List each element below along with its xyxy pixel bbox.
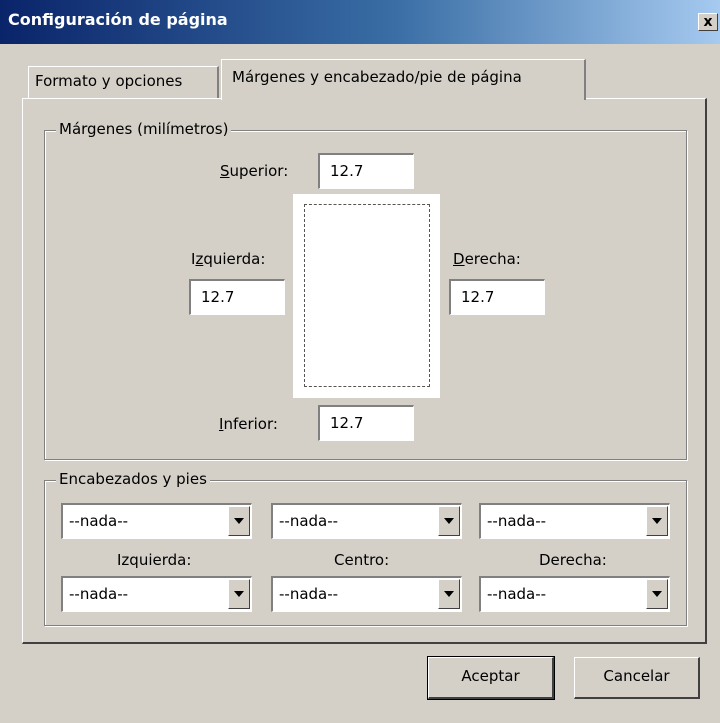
close-icon: x [703, 14, 713, 30]
column-label-right: Derecha: [539, 551, 607, 569]
ok-button[interactable]: Aceptar [427, 656, 555, 700]
tab-label: Márgenes y encabezado/pie de página [232, 68, 522, 86]
footer-left-select[interactable]: --nada-- [61, 576, 252, 612]
page-preview-margins [304, 204, 430, 387]
header-center-select[interactable]: --nada-- [271, 503, 462, 539]
chevron-down-icon[interactable] [646, 506, 668, 536]
select-value: --nada-- [487, 585, 547, 603]
tab-format-options[interactable]: Formato y opciones [28, 66, 219, 98]
header-right-select[interactable]: --nada-- [479, 503, 670, 539]
header-left-select[interactable]: --nada-- [61, 503, 252, 539]
close-button[interactable]: x [698, 13, 718, 31]
chevron-down-icon[interactable] [228, 579, 250, 609]
bottom-margin-input[interactable]: 12.7 [318, 405, 414, 441]
select-value: --nada-- [69, 585, 129, 603]
column-label-left: Izquierda: [117, 551, 192, 569]
right-margin-label: Derecha: [453, 250, 521, 268]
margins-group-legend: Márgenes (milímetros) [56, 120, 232, 138]
footer-center-select[interactable]: --nada-- [271, 576, 462, 612]
left-margin-input[interactable]: 12.7 [189, 279, 285, 315]
headers-footers-legend: Encabezados y pies [56, 470, 210, 488]
chevron-down-icon[interactable] [228, 506, 250, 536]
select-value: --nada-- [487, 512, 547, 530]
select-value: --nada-- [279, 585, 339, 603]
cancel-button[interactable]: Cancelar [574, 657, 700, 699]
tab-margins-header-footer[interactable]: Márgenes y encabezado/pie de página [221, 59, 586, 100]
top-margin-label: Superior: [220, 162, 289, 180]
chevron-down-icon[interactable] [438, 506, 460, 536]
footer-right-select[interactable]: --nada-- [479, 576, 670, 612]
window-title: Configuración de página [8, 10, 228, 29]
right-margin-input[interactable]: 12.7 [449, 279, 545, 315]
left-margin-label: Izquierda: [191, 250, 266, 268]
chevron-down-icon[interactable] [438, 579, 460, 609]
bottom-margin-label: Inferior: [219, 415, 278, 433]
select-value: --nada-- [279, 512, 339, 530]
column-label-center: Centro: [334, 551, 390, 569]
chevron-down-icon[interactable] [646, 579, 668, 609]
select-value: --nada-- [69, 512, 129, 530]
top-margin-input[interactable]: 12.7 [318, 153, 414, 189]
tab-label: Formato y opciones [35, 72, 183, 90]
